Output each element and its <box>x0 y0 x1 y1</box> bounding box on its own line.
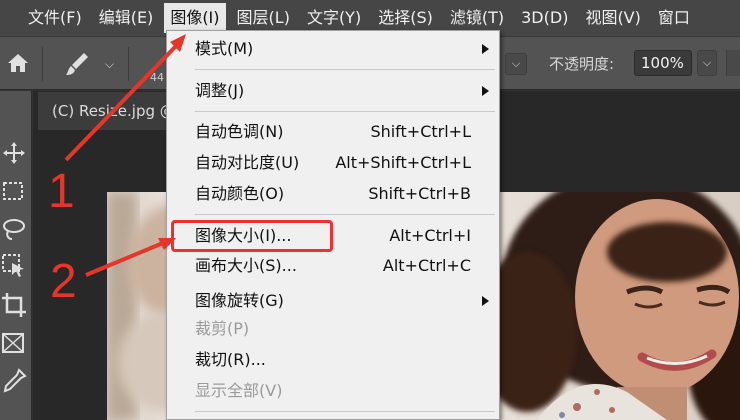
menu-item-label: 图像旋转(G) <box>195 291 284 310</box>
submenu-arrow-icon <box>482 296 489 306</box>
brush-size-value: 44 <box>150 71 164 84</box>
highlight-box <box>171 220 333 252</box>
menu-item-label: 模式(M) <box>195 39 254 58</box>
menu-item-shortcut: Alt+Ctrl+I <box>389 226 471 245</box>
menu-item-reveal-all: 显示全部(V) <box>167 377 499 405</box>
menu-item-label: 裁切(R)... <box>195 350 266 369</box>
menu-item-adjustments[interactable]: 调整(J) <box>167 77 499 105</box>
menu-item-label: 显示全部(V) <box>195 381 283 400</box>
tools-panel <box>0 91 32 420</box>
separator <box>128 47 129 81</box>
submenu-arrow-icon <box>482 44 489 54</box>
opacity-input[interactable]: 100% <box>634 50 692 76</box>
step-number-2: 2 <box>50 255 77 308</box>
menu-separator <box>195 111 495 112</box>
menu-3d[interactable]: 3D(D) <box>515 3 574 33</box>
menu-item-label: 自动对比度(U) <box>195 153 300 172</box>
menu-item-label: 自动颜色(O) <box>195 184 285 203</box>
separator <box>42 47 43 81</box>
menu-item-trim[interactable]: 裁切(R)... <box>167 346 499 374</box>
chevron-down-icon[interactable]: ⌵ <box>105 57 114 72</box>
menu-file[interactable]: 文件(F) <box>22 3 88 33</box>
menu-item-auto-color[interactable]: 自动颜色(O) Shift+Ctrl+B <box>167 180 499 208</box>
menu-item-label: 裁剪(P) <box>195 319 250 338</box>
menu-type[interactable]: 文字(Y) <box>301 3 367 33</box>
menu-layer[interactable]: 图层(L) <box>231 3 296 33</box>
menu-select[interactable]: 选择(S) <box>372 3 439 33</box>
menu-window[interactable]: 窗口 <box>652 3 696 33</box>
brush-icon[interactable] <box>62 49 92 79</box>
menu-item-shortcut: Shift+Ctrl+L <box>370 122 471 141</box>
menu-separator <box>195 411 495 412</box>
menu-item-crop: 裁剪(P) <box>167 315 499 343</box>
step-number-1: 1 <box>48 165 75 218</box>
menu-separator <box>195 69 495 70</box>
menu-item-auto-tone[interactable]: 自动色调(N) Shift+Ctrl+L <box>167 118 499 146</box>
move-tool-icon[interactable] <box>0 139 28 167</box>
menu-item-shortcut: Alt+Ctrl+C <box>382 256 471 275</box>
menu-item-shortcut: Alt+Shift+Ctrl+L <box>335 153 471 172</box>
menu-item-image-rotation[interactable]: 图像旋转(G) <box>167 287 499 315</box>
opacity-label: 不透明度: <box>549 55 615 73</box>
eyedropper-tool-icon[interactable] <box>0 367 28 395</box>
document-tab[interactable]: (C) Resize.jpg @ <box>38 92 168 130</box>
submenu-arrow-icon <box>482 86 489 96</box>
chevron-down-icon[interactable]: ⌵ <box>505 53 527 75</box>
menu-item-shortcut: Shift+Ctrl+B <box>368 184 471 203</box>
marquee-tool-icon[interactable] <box>0 177 28 205</box>
menu-item-mode[interactable]: 模式(M) <box>167 35 499 63</box>
home-icon[interactable] <box>4 49 32 77</box>
menu-view[interactable]: 视图(V) <box>579 3 646 33</box>
menu-item-label: 调整(J) <box>195 81 245 100</box>
lasso-tool-icon[interactable] <box>0 215 28 243</box>
menu-item-label: 自动色调(N) <box>195 122 284 141</box>
object-selection-tool-icon[interactable] <box>0 251 28 279</box>
crop-tool-icon[interactable] <box>0 291 28 319</box>
menu-separator <box>195 214 495 215</box>
chevron-down-icon[interactable]: ⌵ <box>697 50 717 76</box>
menu-item-canvas-size[interactable]: 画布大小(S)... Alt+Ctrl+C <box>167 252 499 280</box>
menu-image[interactable]: 图像(I) <box>164 3 226 33</box>
menu-item-auto-contrast[interactable]: 自动对比度(U) Alt+Shift+Ctrl+L <box>167 149 499 177</box>
menu-edit[interactable]: 编辑(E) <box>93 3 160 33</box>
menu-item-label: 画布大小(S)... <box>195 256 297 275</box>
frame-tool-icon[interactable] <box>0 329 28 357</box>
menu-filter[interactable]: 滤镜(T) <box>444 3 510 33</box>
options-overflow[interactable] <box>726 50 740 76</box>
